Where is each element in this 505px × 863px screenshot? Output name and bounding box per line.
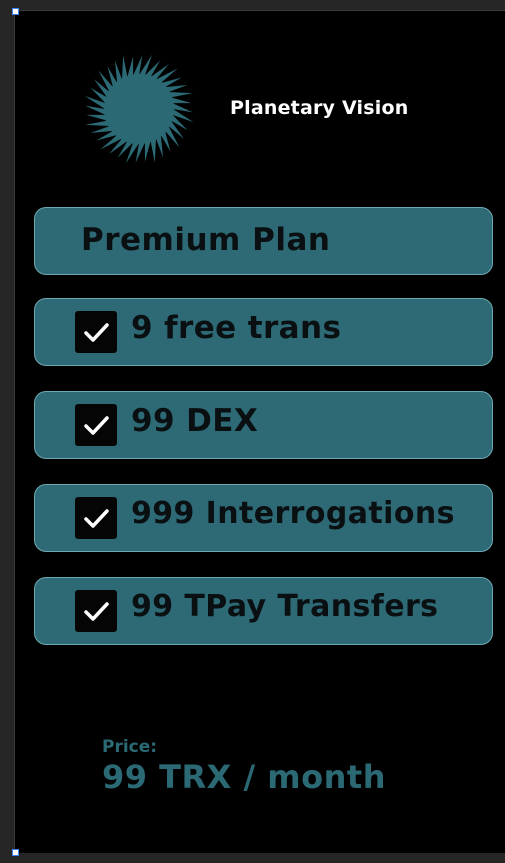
feature-item: 99 DEX xyxy=(34,391,493,459)
canvas-frame: Planetary Vision Premium Plan 9 free tra… xyxy=(0,0,505,863)
feature-item: 999 Interrogations xyxy=(34,484,493,552)
feature-item: 9 free trans xyxy=(34,298,493,366)
feature-label: 99 TPay Transfers xyxy=(131,589,439,624)
checkbox[interactable] xyxy=(75,497,117,539)
feature-label: 999 Interrogations xyxy=(131,496,455,531)
check-icon xyxy=(84,602,109,621)
checkbox[interactable] xyxy=(75,311,117,353)
sun-core xyxy=(104,74,174,144)
feature-label: 99 DEX xyxy=(131,403,259,439)
checkbox[interactable] xyxy=(75,590,117,632)
feature-item: 99 TPay Transfers xyxy=(34,577,493,645)
check-icon xyxy=(84,323,109,342)
checkbox[interactable] xyxy=(75,404,117,446)
brand-name: Planetary Vision xyxy=(230,97,409,119)
check-icon xyxy=(84,509,109,528)
plan-title-box: Premium Plan xyxy=(34,207,493,275)
resize-handle-bottom-left[interactable] xyxy=(12,849,19,856)
check-icon xyxy=(84,416,109,435)
price-value: 99 TRX / month xyxy=(102,758,386,796)
plan-title: Premium Plan xyxy=(81,222,331,258)
price-label: Price: xyxy=(102,737,158,757)
resize-handle-top-left[interactable] xyxy=(12,8,19,15)
sun-icon xyxy=(83,53,195,165)
feature-label: 9 free trans xyxy=(131,310,342,346)
